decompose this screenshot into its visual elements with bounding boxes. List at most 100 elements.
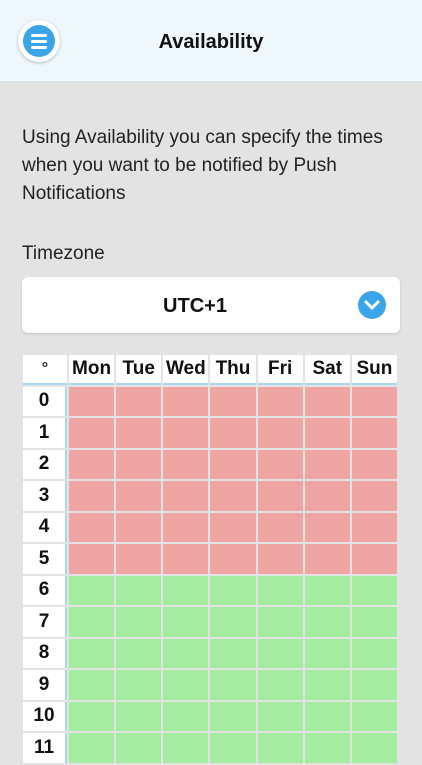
slot-available[interactable] (351, 701, 397, 731)
day-header-sun[interactable]: Sun (351, 355, 397, 385)
slot-available[interactable] (116, 670, 162, 700)
hour-label[interactable]: 3 (23, 481, 67, 511)
day-header-mon[interactable]: Mon (69, 355, 115, 385)
slot-unavailable[interactable] (163, 418, 209, 448)
slot-unavailable[interactable] (304, 512, 350, 542)
slot-available[interactable] (163, 733, 209, 763)
slot-available[interactable] (163, 638, 209, 668)
day-header-fri[interactable]: Fri (257, 355, 303, 385)
slot-unavailable[interactable] (304, 481, 350, 511)
slot-available[interactable] (351, 575, 397, 605)
slot-unavailable[interactable] (69, 544, 115, 574)
slot-unavailable[interactable] (210, 449, 256, 479)
slot-unavailable[interactable] (304, 449, 350, 479)
slot-unavailable[interactable] (210, 386, 256, 416)
slot-available[interactable] (304, 733, 350, 763)
slot-available[interactable] (116, 701, 162, 731)
hour-label[interactable]: 4 (23, 512, 67, 542)
slot-unavailable[interactable] (210, 481, 256, 511)
hour-label[interactable]: 11 (23, 733, 67, 763)
hour-label[interactable]: 5 (23, 544, 67, 574)
slot-available[interactable] (116, 733, 162, 763)
slot-available[interactable] (69, 607, 115, 637)
slot-available[interactable] (257, 575, 303, 605)
slot-available[interactable] (210, 607, 256, 637)
slot-unavailable[interactable] (163, 449, 209, 479)
slot-available[interactable] (257, 670, 303, 700)
slot-unavailable[interactable] (116, 386, 162, 416)
timezone-select[interactable]: UTC+1 (22, 277, 400, 333)
slot-available[interactable] (116, 607, 162, 637)
slot-unavailable[interactable] (351, 544, 397, 574)
slot-available[interactable] (304, 575, 350, 605)
slot-available[interactable] (163, 607, 209, 637)
day-header-tue[interactable]: Tue (116, 355, 162, 385)
day-header-wed[interactable]: Wed (163, 355, 209, 385)
slot-available[interactable] (69, 638, 115, 668)
hour-label[interactable]: 10 (23, 701, 67, 731)
slot-unavailable[interactable] (257, 386, 303, 416)
slot-unavailable[interactable] (257, 544, 303, 574)
slot-available[interactable] (257, 733, 303, 763)
hour-label[interactable]: 1 (23, 418, 67, 448)
slot-unavailable[interactable] (116, 418, 162, 448)
slot-unavailable[interactable] (69, 512, 115, 542)
slot-unavailable[interactable] (163, 481, 209, 511)
slot-unavailable[interactable] (304, 386, 350, 416)
slot-available[interactable] (210, 575, 256, 605)
slot-available[interactable] (69, 701, 115, 731)
slot-unavailable[interactable] (69, 481, 115, 511)
day-header-sat[interactable]: Sat (304, 355, 350, 385)
slot-unavailable[interactable] (163, 544, 209, 574)
slot-unavailable[interactable] (116, 544, 162, 574)
hour-label[interactable]: 8 (23, 638, 67, 668)
slot-unavailable[interactable] (69, 418, 115, 448)
slot-unavailable[interactable] (304, 418, 350, 448)
day-header-thu[interactable]: Thu (210, 355, 256, 385)
slot-available[interactable] (116, 638, 162, 668)
slot-available[interactable] (351, 670, 397, 700)
slot-available[interactable] (210, 670, 256, 700)
slot-available[interactable] (257, 701, 303, 731)
slot-unavailable[interactable] (304, 544, 350, 574)
slot-unavailable[interactable] (257, 449, 303, 479)
slot-unavailable[interactable] (351, 418, 397, 448)
slot-available[interactable] (304, 701, 350, 731)
slot-unavailable[interactable] (116, 512, 162, 542)
hour-label[interactable]: 2 (23, 449, 67, 479)
slot-available[interactable] (210, 733, 256, 763)
slot-unavailable[interactable] (210, 544, 256, 574)
slot-available[interactable] (69, 575, 115, 605)
slot-available[interactable] (304, 670, 350, 700)
hour-label[interactable]: 0 (23, 386, 67, 416)
slot-available[interactable] (210, 638, 256, 668)
slot-unavailable[interactable] (351, 512, 397, 542)
slot-available[interactable] (351, 638, 397, 668)
slot-unavailable[interactable] (163, 386, 209, 416)
slot-available[interactable] (116, 575, 162, 605)
hour-label[interactable]: 9 (23, 670, 67, 700)
slot-unavailable[interactable] (116, 481, 162, 511)
hour-label[interactable]: 6 (23, 575, 67, 605)
slot-available[interactable] (304, 638, 350, 668)
slot-available[interactable] (257, 638, 303, 668)
slot-unavailable[interactable] (69, 386, 115, 416)
slot-available[interactable] (69, 670, 115, 700)
slot-available[interactable] (163, 670, 209, 700)
slot-available[interactable] (210, 701, 256, 731)
slot-available[interactable] (351, 607, 397, 637)
slot-unavailable[interactable] (163, 512, 209, 542)
slot-unavailable[interactable] (257, 481, 303, 511)
slot-unavailable[interactable] (351, 386, 397, 416)
slot-unavailable[interactable] (210, 418, 256, 448)
slot-unavailable[interactable] (351, 481, 397, 511)
slot-unavailable[interactable] (257, 512, 303, 542)
slot-unavailable[interactable] (69, 449, 115, 479)
slot-unavailable[interactable] (351, 449, 397, 479)
slot-available[interactable] (257, 607, 303, 637)
hour-label[interactable]: 7 (23, 607, 67, 637)
slot-unavailable[interactable] (257, 418, 303, 448)
slot-available[interactable] (351, 733, 397, 763)
slot-available[interactable] (163, 701, 209, 731)
slot-available[interactable] (69, 733, 115, 763)
